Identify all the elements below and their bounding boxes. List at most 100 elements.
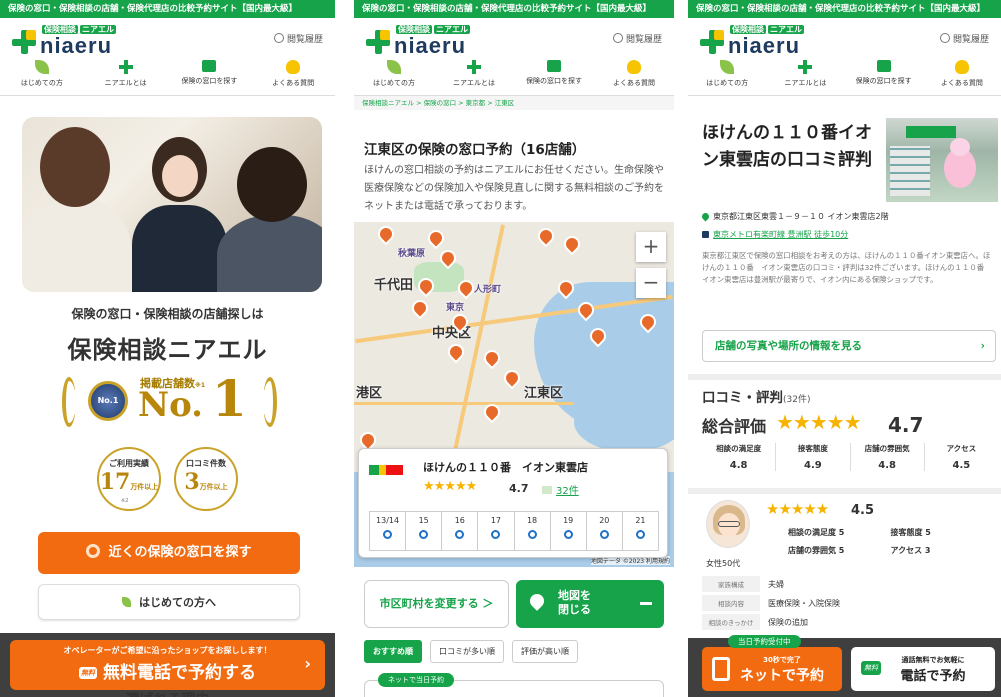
shop-card[interactable]: ほけんの１１０番 イオン東雲店 ★★★★★ 4.7 32件 13/14 15 1… [358,448,668,558]
shop-photo[interactable] [886,118,998,202]
calendar-day[interactable]: 16 [442,512,479,550]
plus-icon [118,60,133,74]
reviews-heading: 口コミ・評判(32件) [702,390,811,406]
map-pin-icon [527,591,547,611]
overall-stars-icon: ★★★★★ [776,410,862,434]
calendar-day[interactable]: 20 [587,512,623,550]
zoom-out-button[interactable]: − [636,268,666,298]
smartphone-icon [712,657,730,681]
main-nav: はじめての方 ニアエルとは 保険の窓口を探す よくある質問 [354,58,674,96]
sub-score: 接客態度 4.9 [776,443,851,471]
nav-find-shop[interactable]: 保険の窓口を探す [168,58,252,95]
calendar-day[interactable]: 18 [515,512,551,550]
nav-faq[interactable]: よくある質問 [594,58,674,95]
review-score: 4.5 [851,503,875,518]
shop-rating: 4.7 [509,482,529,495]
shop-pin-icon[interactable] [480,346,504,370]
logo-wordmark: niaeru [728,33,801,58]
overall-score: 4.7 [888,413,924,437]
change-city-button[interactable]: 市区町村を変更する ＞ [364,580,509,628]
history-link[interactable]: 閲覧履歴 [939,32,989,45]
nav-find-shop[interactable]: 保険の窓口を探す [845,58,923,95]
nav-find-shop[interactable]: 保険の窓口を探す [514,58,594,95]
nav-about[interactable]: ニアエルとは [434,58,514,95]
sub-score: 相談の満足度 4.8 [702,443,777,471]
shop-pin-icon[interactable] [424,226,448,250]
site-tagline: 保険の窓口・保険相談の店舗・保険代理店の比較予約サイト【国内最大級】 [354,0,674,18]
shop-pin-icon[interactable] [444,340,468,364]
shop-info-link[interactable]: 店舗の写真や場所の情報を見る › [702,330,996,362]
map-label: 港区 [356,386,383,401]
clock-icon [273,33,284,43]
award-badge: No.1 掲載店舗数※1 No. 1 [62,373,277,431]
nav-about[interactable]: ニアエルとは [84,58,168,95]
nav-faq[interactable]: よくある質問 [251,58,335,95]
shop-icon [202,60,217,72]
nav-beginners[interactable]: はじめての方 [354,58,434,95]
rating-stars-icon: ★★★★★ [423,479,477,494]
find-nearby-shop-button[interactable]: 近くの保険の窓口を探す [38,532,300,574]
lightbulb-icon [954,60,969,74]
review-count-link[interactable]: 32件 [542,482,579,497]
shop-description: 東京都江東区で保険の窓口相談をお考えの方は、ほけんの１１０番イオン東雲店へ。ほけ… [702,251,992,284]
sub-score: アクセス 4.5 [946,444,977,471]
close-map-label: 地図を 閉じる [558,589,591,616]
sort-tabs: おすすめ順 口コミが多い順 評価が高い順 [364,640,578,663]
free-call-button[interactable]: オペレーターがご希望に沿ったショップをお探しします！ 無料 無料電話で予約する › [10,640,325,690]
shop-address: 東京都江東区東雲１－９－１０ イオン東雲店2階 [702,211,889,222]
divider [688,374,1001,380]
shop-pin-icon[interactable] [560,232,584,256]
calendar-day[interactable]: 15 [406,512,443,550]
section-peek: 選ばれる理由 [0,689,335,697]
calendar-day[interactable]: 13/14 [370,512,407,550]
shop-pin-icon[interactable] [374,222,398,246]
map-label: 東京 [446,303,465,313]
map-label: 人形町 [474,285,502,295]
breadcrumb[interactable]: 保険相談ニアエル > 保険の窓口 > 東京都 > 江東区 [354,96,674,110]
review-info: 家族構成 夫婦 相談内容 医療保険・入院保険 相談のきっかけ 保険の追加 [702,576,992,633]
shop-pin-icon[interactable] [408,296,432,320]
clock-icon [612,33,623,43]
close-map-button[interactable]: 地図を 閉じる [516,580,664,628]
shop-pin-icon[interactable] [500,366,524,390]
nav-faq[interactable]: よくある質問 [923,58,1001,95]
logo-wordmark: niaeru [394,33,467,58]
review-stat-value: 3 [184,469,200,495]
zoom-in-button[interactable]: + [636,232,666,262]
nav-beginners[interactable]: はじめての方 [0,58,84,95]
available-circle-icon [419,530,429,539]
hero-title: 保険相談ニアエル [67,336,268,364]
header: 保険相談 ニアエル niaeru 閲覧履歴 [354,18,674,58]
sort-top-rated[interactable]: 評価が高い順 [512,640,578,663]
beginners-button[interactable]: はじめての方へ [38,584,300,620]
header: 保険相談 ニアエル niaeru 閲覧履歴 [688,18,1001,58]
map-controls: 市区町村を変更する ＞ 地図を 閉じる [364,580,664,628]
nav-beginners[interactable]: はじめての方 [688,58,766,95]
map-label: 千代田 [374,278,414,293]
calendar-day[interactable]: 21 [623,512,658,550]
site-tagline: 保険の窓口・保険相談の店舗・保険代理店の比較予約サイト【国内最大級】 [688,0,1001,18]
map-label: 江東区 [524,386,564,401]
calendar-day[interactable]: 17 [478,512,515,550]
sort-most-reviews[interactable]: 口コミが多い順 [430,640,504,663]
reviewer-avatar [706,500,750,548]
nearest-station-link[interactable]: 東京メトロ有楽町線 豊洲駅 徒歩10分 [702,229,848,240]
sort-recommended[interactable]: おすすめ順 [364,640,422,663]
nav-about[interactable]: ニアエルとは [766,58,844,95]
overall-rating-label: 総合評価 [702,417,767,436]
award-no: No. [138,385,203,425]
shop-review-panel: 保険の窓口・保険相談の店舗・保険代理店の比較予約サイト【国内最大級】 保険相談ニ… [688,0,1001,697]
shop-name[interactable]: ほけんの１１０番 イオン東雲店 [423,459,588,475]
review-stat-badge: 口コミ件数 3万件以上 [174,447,238,511]
clock-icon [939,33,950,43]
calendar-day[interactable]: 19 [551,512,587,550]
web-reserve-button[interactable]: 30秒で完了 ネットで予約 [702,647,842,691]
history-link[interactable]: 閲覧履歴 [273,32,323,45]
history-link[interactable]: 閲覧履歴 [612,32,662,45]
beginner-leaf-icon [387,60,401,74]
main-nav: はじめての方 ニアエルとは 保険の窓口を探す よくある質問 [0,58,335,96]
shop-pin-icon[interactable] [534,224,558,248]
phone-reserve-button[interactable]: 無料 通話無料でお気軽に 電話で予約 [851,647,995,691]
same-day-badge: 当日予約受付中 [728,635,801,648]
hero-image [22,117,322,292]
